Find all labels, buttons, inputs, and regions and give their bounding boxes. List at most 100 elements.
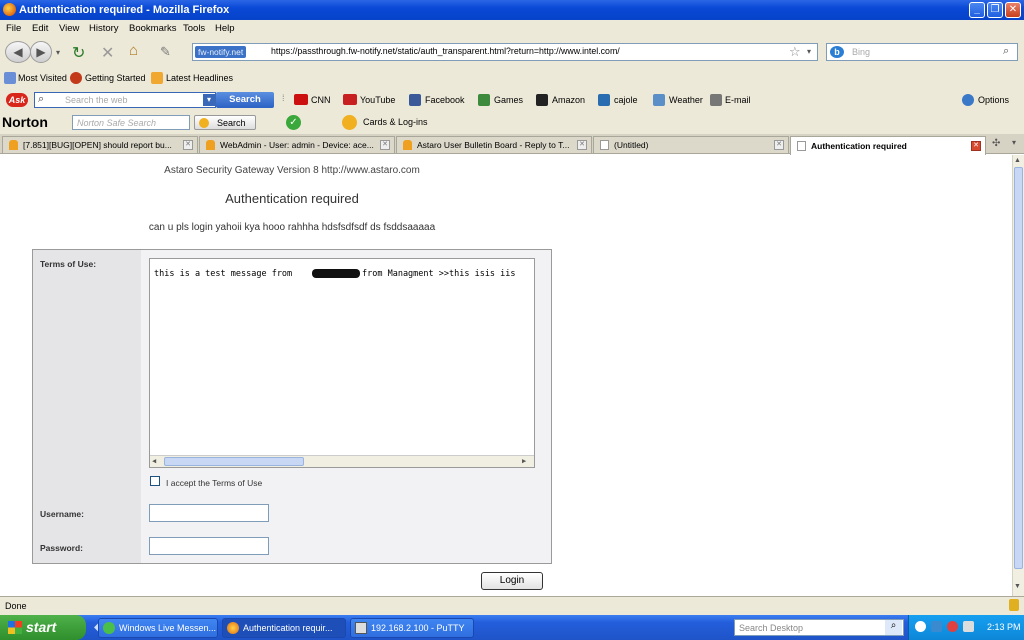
forward-button[interactable]: ▶ <box>30 41 52 63</box>
ask-item-weather[interactable]: Weather <box>669 95 703 105</box>
close-button[interactable]: ✕ <box>1005 2 1021 18</box>
tray-network-icon[interactable] <box>931 621 942 632</box>
clock[interactable]: 2:13 PM <box>987 622 1021 632</box>
ask-options[interactable]: Options <box>978 95 1009 105</box>
taskbar-item-messenger[interactable]: Windows Live Messen... <box>98 618 218 638</box>
minimize-button[interactable]: _ <box>969 2 985 18</box>
window-title: Authentication required - Mozilla Firefo… <box>19 4 230 16</box>
status-bar: Done <box>0 596 1024 615</box>
menu-edit[interactable]: Edit <box>32 23 48 34</box>
desktop-search-input[interactable]: Search Desktop ⌕ <box>734 619 904 636</box>
ask-item-amazon[interactable]: Amazon <box>552 95 585 105</box>
putty-icon <box>355 622 367 634</box>
vertical-scrollbar[interactable]: ▲ ▼ <box>1012 155 1024 596</box>
url-text[interactable]: https://passthrough.fw-notify.net/static… <box>271 46 620 56</box>
scroll-left-icon[interactable]: ◀ <box>152 457 156 465</box>
site-identity-badge[interactable]: fw-notify.net <box>195 46 247 58</box>
bookmark-getting-started[interactable]: Getting Started <box>85 73 146 83</box>
taskbar-item-putty[interactable]: 192.168.2.100 - PuTTY <box>350 618 474 638</box>
home-icon[interactable]: ⌂ <box>129 42 138 59</box>
ask-item-youtube[interactable]: YouTube <box>360 95 395 105</box>
tab-label: [7.851][BUG][OPEN] should report bu... <box>23 140 172 150</box>
chevron-down-icon[interactable]: ▾ <box>203 94 215 106</box>
search-icon[interactable]: ⌕ <box>1003 45 1009 58</box>
bookmark-most-visited[interactable]: Most Visited <box>18 73 67 83</box>
ask-item-cnn[interactable]: CNN <box>311 95 331 105</box>
horizontal-scrollbar[interactable]: ◀ ▶ <box>150 455 534 467</box>
menu-history[interactable]: History <box>89 23 119 34</box>
bing-icon[interactable]: b <box>830 46 844 58</box>
terms-text-start: this is a test message from <box>154 269 293 279</box>
page-title: Authentication required <box>225 191 359 206</box>
tab-close-icon[interactable]: ✕ <box>774 140 784 150</box>
new-tab-icon[interactable]: ✣ <box>992 138 1000 149</box>
tab-label: Authentication required <box>811 141 907 151</box>
facebook-icon <box>409 94 421 106</box>
ask-search-input[interactable]: ⌕ Search the web ▾ <box>34 92 216 108</box>
username-input[interactable] <box>149 504 269 522</box>
tab-close-icon[interactable]: ✕ <box>577 140 587 150</box>
menu-bookmarks[interactable]: Bookmarks <box>129 23 177 34</box>
menu-view[interactable]: View <box>59 23 79 34</box>
tab-bulletin-board[interactable]: Astaro User Bulletin Board - Reply to T.… <box>396 136 592 153</box>
address-bar[interactable]: fw-notify.net https://passthrough.fw-not… <box>192 43 818 61</box>
tab-webadmin[interactable]: WebAdmin - User: admin - Device: ace... … <box>199 136 395 153</box>
tray-volume-icon[interactable] <box>963 621 974 632</box>
terms-of-use-textarea[interactable]: this is a test message from from Managme… <box>149 258 535 468</box>
reload-icon[interactable]: ↻ <box>72 43 85 63</box>
history-dropdown-icon[interactable]: ▾ <box>56 48 60 57</box>
search-icon[interactable]: ⌕ <box>885 620 902 635</box>
list-all-tabs-icon[interactable]: ▾ <box>1012 138 1016 147</box>
web-search-box[interactable]: b Bing ⌕ <box>826 43 1018 61</box>
email-icon <box>710 94 722 106</box>
tab-close-icon[interactable]: ✕ <box>380 140 390 150</box>
horizontal-scrollbar-thumb[interactable] <box>164 457 304 466</box>
accept-terms-label: I accept the Terms of Use <box>166 478 263 488</box>
window-title-bar[interactable]: Authentication required - Mozilla Firefo… <box>0 0 1024 20</box>
tab-untitled[interactable]: (Untitled) ✕ <box>593 136 789 153</box>
ask-item-facebook[interactable]: Facebook <box>425 95 465 105</box>
stop-icon[interactable]: ✕ <box>101 43 114 63</box>
tab-bug-report[interactable]: [7.851][BUG][OPEN] should report bu... ✕ <box>2 136 198 153</box>
bookmark-star-icon[interactable]: ☆ <box>789 44 801 60</box>
tray-security-icon[interactable] <box>947 621 958 632</box>
taskbar-item-label: 192.168.2.100 - PuTTY <box>371 623 465 633</box>
scrollbar-thumb[interactable] <box>1014 167 1023 569</box>
tab-close-icon[interactable]: ✕ <box>971 141 981 151</box>
ask-item-email[interactable]: E-mail <box>725 95 751 105</box>
ask-search-button[interactable]: Search <box>216 92 274 108</box>
ask-logo[interactable]: Ask <box>6 93 28 107</box>
menu-help[interactable]: Help <box>215 23 235 34</box>
norton-search-input[interactable]: Norton Safe Search <box>72 115 190 130</box>
scroll-right-icon[interactable]: ▶ <box>522 457 526 465</box>
search-icon: ⌕ <box>38 93 45 105</box>
gateway-version-text: Astaro Security Gateway Version 8 http:/… <box>164 165 420 176</box>
norton-cards-logins[interactable]: Cards & Log-ins <box>363 117 428 127</box>
norton-search-button[interactable]: Search <box>194 115 256 130</box>
tab-label: (Untitled) <box>614 140 649 150</box>
addon-icon[interactable]: ✎ <box>160 44 171 60</box>
tray-app-icon[interactable] <box>915 621 926 632</box>
scroll-down-icon[interactable]: ▼ <box>1014 583 1021 590</box>
password-input[interactable] <box>149 537 269 555</box>
menu-file[interactable]: File <box>6 23 21 34</box>
toolbar-separator-icon: ⁞ <box>282 93 285 103</box>
ask-item-cajole[interactable]: cajole <box>614 95 638 105</box>
norton-status-check-icon[interactable]: ✓ <box>286 115 301 130</box>
url-dropdown-icon[interactable]: ▾ <box>807 47 811 56</box>
back-button[interactable]: ◀ <box>5 41 31 63</box>
bookmark-latest-headlines[interactable]: Latest Headlines <box>166 73 233 83</box>
scroll-up-icon[interactable]: ▲ <box>1014 157 1021 164</box>
maximize-button[interactable]: ❐ <box>987 2 1003 18</box>
tab-close-icon[interactable]: ✕ <box>183 140 193 150</box>
taskbar-item-firefox[interactable]: Authentication requir... <box>222 618 346 638</box>
accept-terms-checkbox[interactable] <box>150 476 160 486</box>
norton-logo[interactable]: Norton <box>2 114 48 130</box>
start-button[interactable]: start <box>0 615 86 640</box>
most-visited-icon <box>4 72 16 84</box>
start-label: start <box>26 619 57 635</box>
login-button[interactable]: Login <box>481 572 543 590</box>
ask-item-games[interactable]: Games <box>494 95 523 105</box>
menu-tools[interactable]: Tools <box>183 23 205 34</box>
tab-authentication-required[interactable]: Authentication required ✕ <box>790 136 986 155</box>
